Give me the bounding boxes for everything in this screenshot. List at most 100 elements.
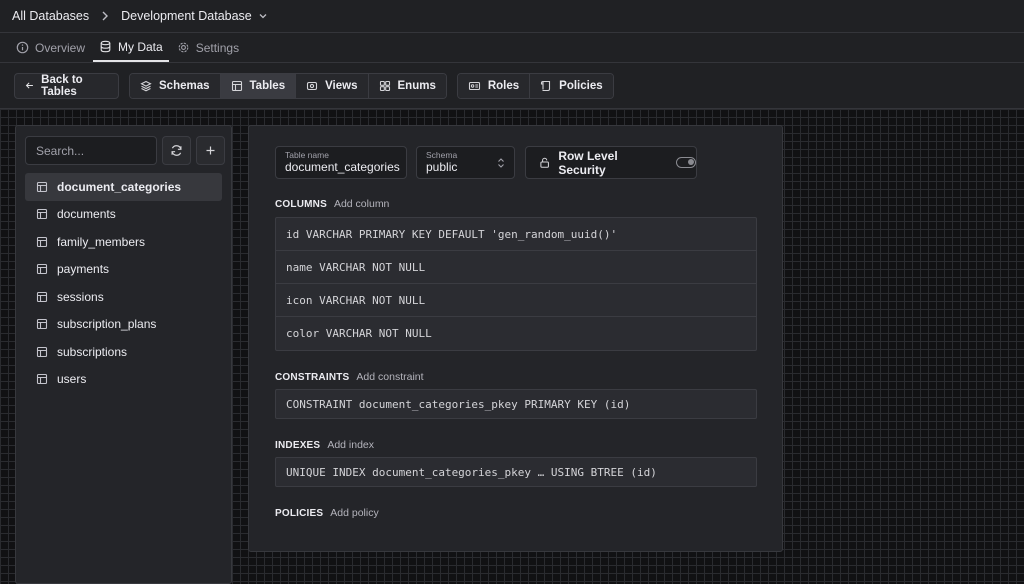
views-label: Views: [325, 79, 358, 92]
constraints-list: CONSTRAINT document_categories_pkey PRIM…: [275, 389, 757, 419]
table-item-label: family_members: [57, 234, 146, 249]
indexes-header: INDEXES Add index: [275, 439, 374, 451]
breadcrumb-database-selector[interactable]: Development Database: [121, 9, 268, 23]
table-icon: [36, 264, 48, 275]
table-icon: [36, 291, 48, 302]
schema-select[interactable]: Schema public: [416, 146, 515, 179]
constraint-row[interactable]: CONSTRAINT document_categories_pkey PRIM…: [276, 390, 756, 418]
gear-icon: [178, 42, 189, 53]
table-icon: [36, 181, 48, 192]
table-icon: [36, 319, 48, 330]
id-card-icon: [468, 81, 480, 90]
back-to-tables-label: Back to Tables: [41, 73, 83, 98]
add-constraint-link[interactable]: Add constraint: [356, 371, 423, 383]
row-level-security-toggle[interactable]: Row Level Security: [525, 146, 697, 179]
main-nav-tabs: Overview My Data Settings: [0, 33, 1024, 63]
columns-list: id VARCHAR PRIMARY KEY DEFAULT 'gen_rand…: [275, 217, 757, 351]
search-input[interactable]: Search...: [25, 136, 157, 165]
tab-settings-label: Settings: [195, 40, 240, 55]
info-circle-icon: [16, 41, 29, 54]
column-row[interactable]: id VARCHAR PRIMARY KEY DEFAULT 'gen_rand…: [276, 218, 756, 251]
schemas-button[interactable]: Schemas: [130, 73, 221, 98]
constraints-title: CONSTRAINTS: [275, 372, 350, 383]
views-button[interactable]: Views: [296, 73, 369, 98]
column-row[interactable]: icon VARCHAR NOT NULL: [276, 284, 756, 317]
table-item[interactable]: subscription_plans: [25, 311, 222, 339]
table-item[interactable]: document_categories: [25, 173, 222, 201]
policies-button[interactable]: Policies: [530, 73, 613, 98]
table-item-label: sessions: [57, 289, 104, 304]
refresh-button[interactable]: [162, 136, 191, 165]
table-item-label: documents: [57, 207, 116, 222]
tab-my-data[interactable]: My Data: [93, 33, 169, 62]
table-item[interactable]: users: [25, 366, 222, 394]
schema-value: public: [426, 160, 458, 174]
toolbar: Back to Tables Schemas Tables Views Enum…: [0, 63, 1024, 109]
table-icon: [231, 80, 242, 91]
table-item-label: subscription_plans: [57, 317, 157, 332]
columns-title: COLUMNS: [275, 199, 327, 210]
constraints-header: CONSTRAINTS Add constraint: [275, 371, 424, 383]
rls-switch[interactable]: [676, 157, 696, 168]
table-name-label: Table name: [285, 150, 329, 160]
access-group: Roles Policies: [456, 72, 614, 99]
policies-label: Policies: [559, 79, 603, 92]
schema-label: Schema: [426, 150, 458, 160]
table-item[interactable]: sessions: [25, 283, 222, 311]
table-item-label: users: [57, 372, 87, 387]
roles-label: Roles: [487, 79, 520, 92]
tab-overview[interactable]: Overview: [10, 33, 91, 62]
tables-label: Tables: [249, 79, 286, 92]
scroll-icon: [541, 80, 551, 91]
eye-icon: [307, 81, 318, 90]
tab-my-data-label: My Data: [118, 39, 163, 54]
index-row[interactable]: UNIQUE INDEX document_categories_pkey … …: [276, 458, 756, 486]
chevron-right-icon: [99, 10, 111, 22]
chevron-up-down-icon: [498, 158, 504, 168]
add-table-button[interactable]: [196, 136, 225, 165]
table-item-label: document_categories: [57, 179, 182, 194]
columns-header: COLUMNS Add column: [275, 198, 389, 210]
breadcrumb-all-databases[interactable]: All Databases: [12, 9, 89, 23]
table-name-field[interactable]: Table name document_categories: [275, 146, 407, 179]
table-editor-panel: Table name document_categories Schema pu…: [248, 125, 783, 552]
table-icon: [36, 374, 48, 385]
grid-icon: [379, 80, 390, 91]
refresh-icon: [171, 145, 182, 156]
breadcrumb-bar: All Databases Development Database: [0, 0, 1024, 33]
plus-icon: [206, 146, 215, 155]
schemas-label: Schemas: [159, 79, 210, 92]
table-item[interactable]: subscriptions: [25, 338, 222, 366]
table-icon: [36, 209, 48, 220]
rls-label: Row Level Security: [558, 148, 618, 177]
table-item[interactable]: family_members: [25, 228, 222, 256]
indexes-list: UNIQUE INDEX document_categories_pkey … …: [275, 457, 757, 487]
tab-overview-label: Overview: [35, 40, 86, 55]
policies-header: POLICIES Add policy: [275, 507, 379, 519]
arrow-left-icon: [25, 82, 33, 89]
breadcrumb-database-name: Development Database: [121, 9, 252, 23]
table-icon: [36, 346, 48, 357]
lock-icon: [540, 157, 549, 168]
add-policy-link[interactable]: Add policy: [330, 507, 378, 519]
table-list: document_categories documents family_mem…: [25, 173, 222, 393]
table-item-label: payments: [57, 262, 110, 277]
add-column-link[interactable]: Add column: [334, 198, 389, 210]
column-row[interactable]: name VARCHAR NOT NULL: [276, 251, 756, 284]
enums-label: Enums: [397, 79, 436, 92]
table-name-value: document_categories: [285, 160, 400, 174]
back-to-tables-button[interactable]: Back to Tables: [14, 72, 119, 99]
chevron-down-icon: [259, 14, 267, 19]
table-item[interactable]: documents: [25, 201, 222, 229]
add-index-link[interactable]: Add index: [327, 439, 374, 451]
roles-button[interactable]: Roles: [457, 73, 531, 98]
table-item[interactable]: payments: [25, 256, 222, 284]
column-row[interactable]: color VARCHAR NOT NULL: [276, 317, 756, 350]
policies-title: POLICIES: [275, 508, 324, 519]
table-item-label: subscriptions: [57, 344, 128, 359]
layers-icon: [140, 80, 152, 91]
tables-sidebar: Search... document_categories documents …: [15, 125, 232, 584]
tab-settings[interactable]: Settings: [171, 33, 245, 62]
enums-button[interactable]: Enums: [368, 73, 446, 98]
tables-button[interactable]: Tables: [220, 73, 297, 98]
